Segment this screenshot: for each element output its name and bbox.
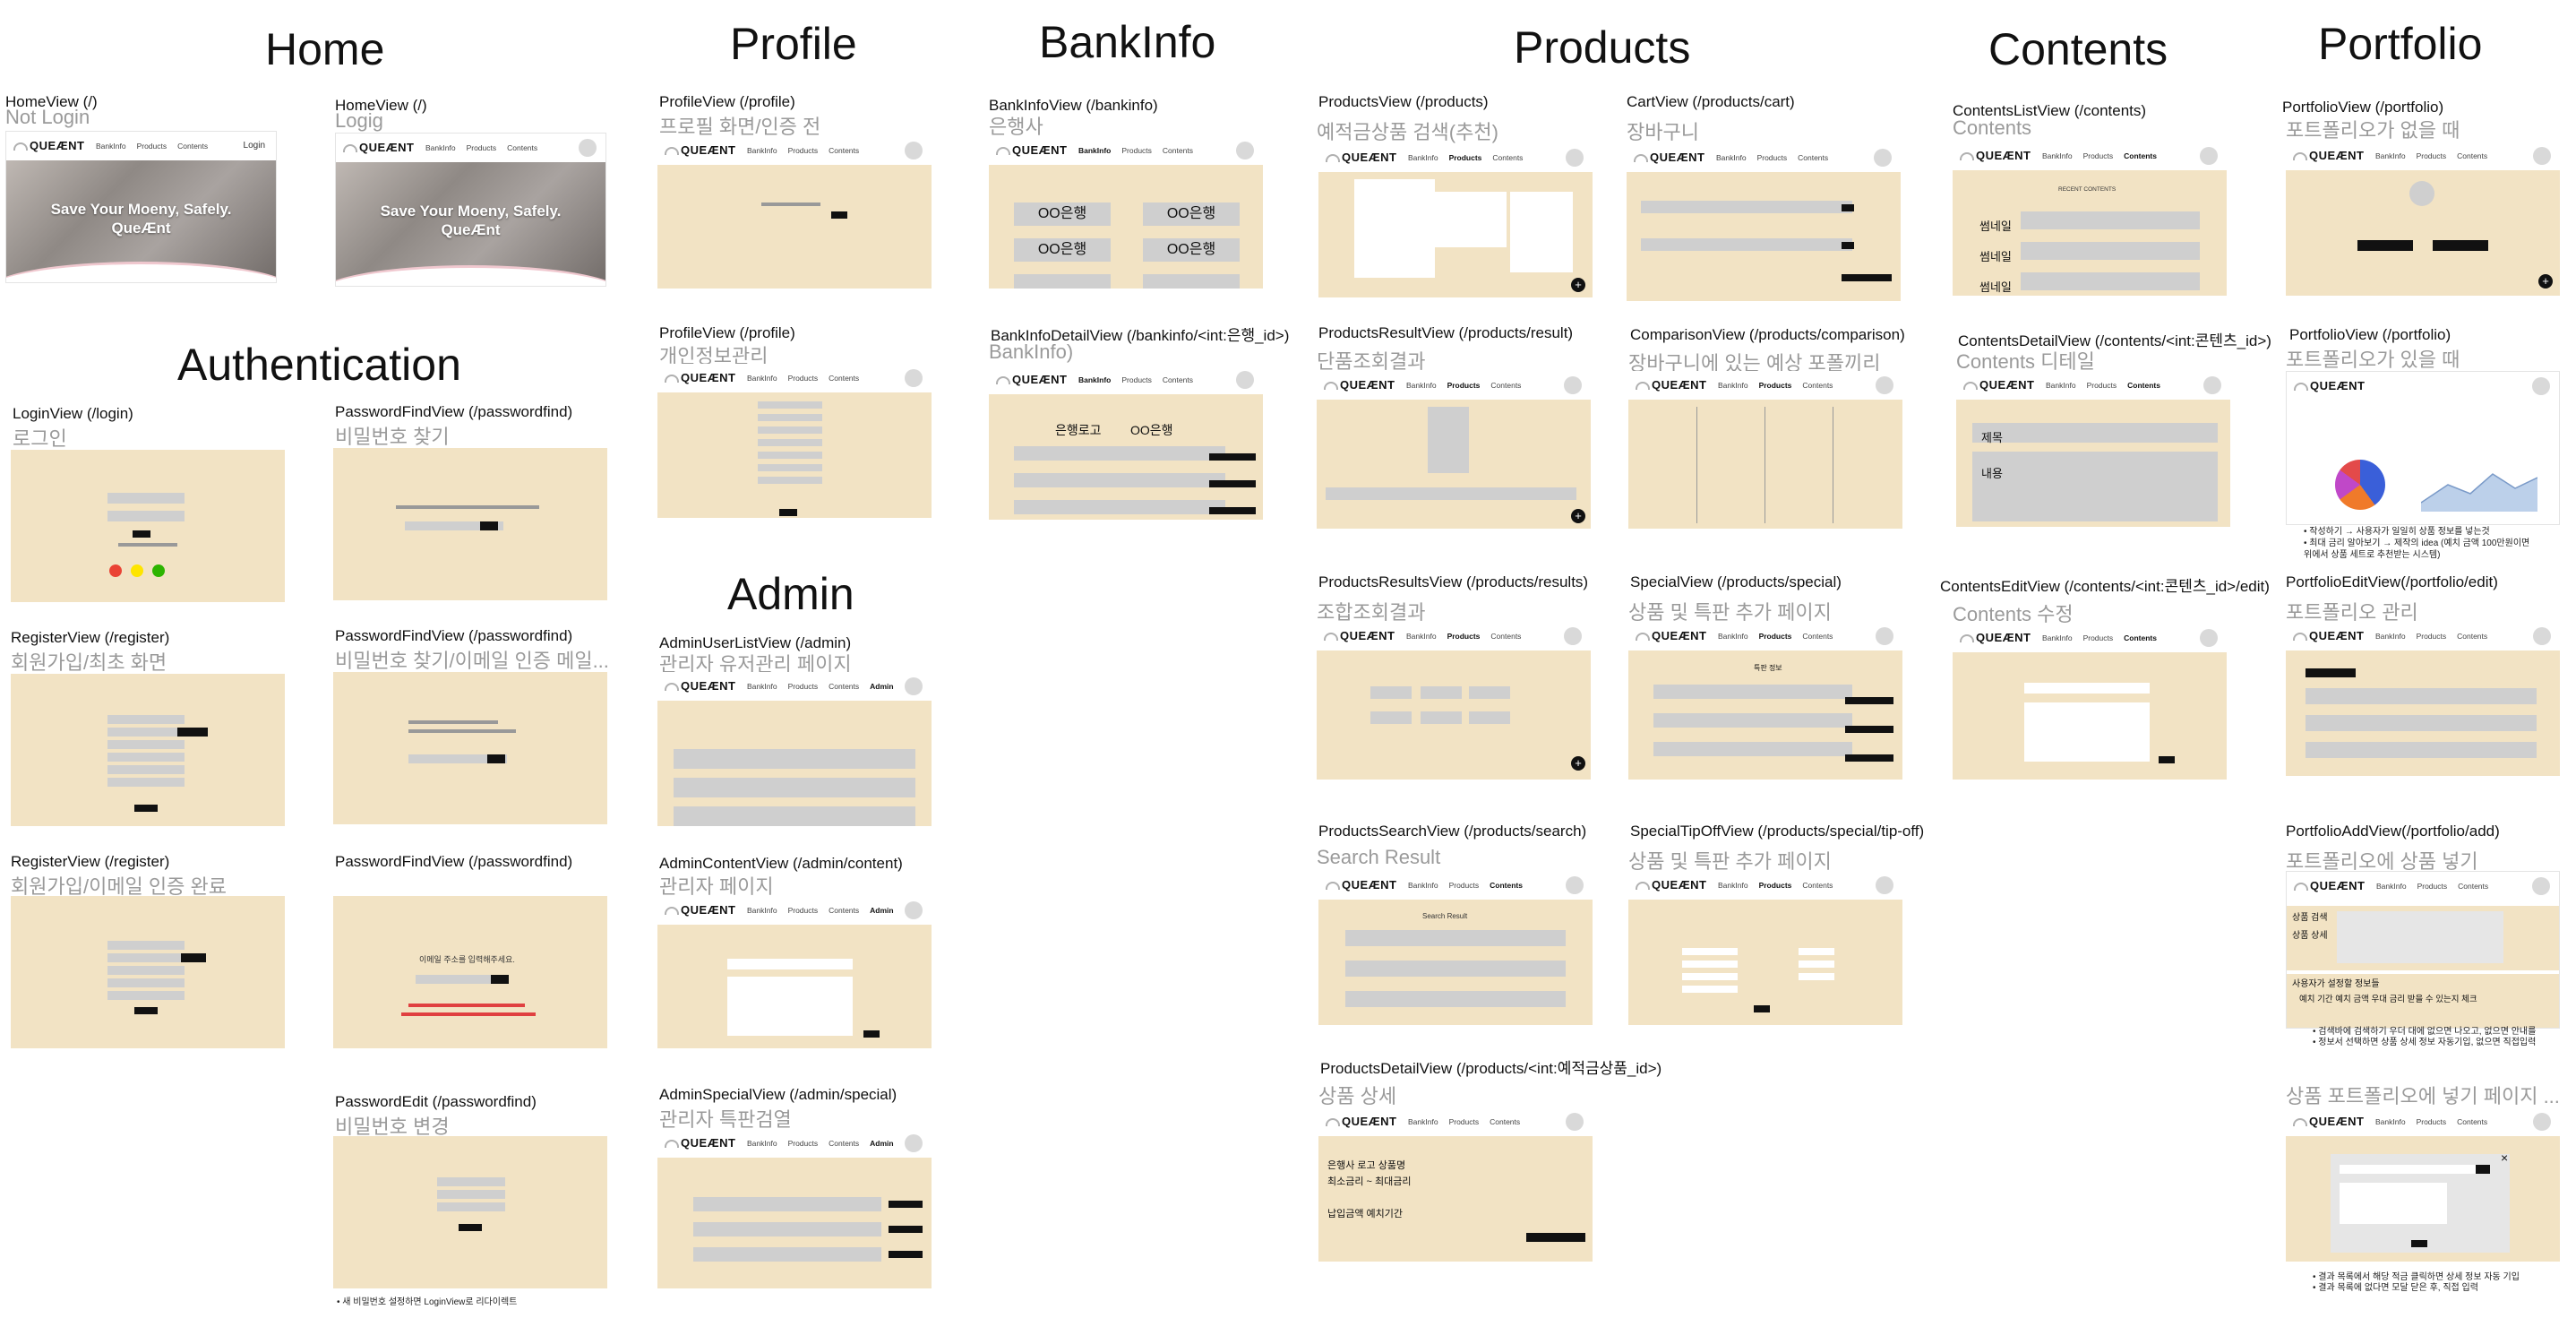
section-title-contents: Contents (1988, 24, 2168, 74)
frame-products[interactable]: QUEÆNT BankInfo Products Contents + (1318, 143, 1593, 297)
screen-sub: Not Login (5, 106, 90, 128)
screen-label: LoginView (/login) (13, 405, 133, 422)
add-icon[interactable]: + (1571, 278, 1585, 292)
bank-card[interactable]: OO은행 (1143, 202, 1240, 226)
screen-sub: 로그인 (13, 427, 67, 450)
bank-card[interactable]: OO은행 (1014, 202, 1111, 226)
frame-home-login[interactable]: QUEÆNT BankInfo Products Contents Save You… (335, 133, 606, 287)
frame-admin-special[interactable]: QUEÆNT BankInfo Products Contents Admin (657, 1129, 932, 1288)
bank-card[interactable]: OO은행 (1143, 238, 1240, 262)
add-icon[interactable]: + (1571, 756, 1585, 771)
nav: BankInfo Products Contents (96, 142, 209, 151)
screen-label: RegisterView (/register) (11, 853, 170, 870)
section-title-bankinfo: BankInfo (1039, 17, 1216, 67)
screen-sub: 장바구니 (1627, 121, 1699, 143)
screen-sub: 포트폴리오가 없을 때 (2286, 119, 2460, 142)
frame-bankinfo[interactable]: QUEÆNT BankInfo Products Contents OO은행 OO은… (989, 136, 1263, 289)
screen-label: ProductsResultView (/products/result) (1318, 324, 1574, 341)
frame-bankinfo-detail[interactable]: QUEÆNT BankInfo Products Contents 은행로고 OO은… (989, 366, 1263, 520)
screen-label: PasswordFindView (/passwordfind) (335, 853, 573, 870)
screen-sub: Contents (1953, 116, 2032, 139)
frame-admin-content[interactable]: QUEÆNT BankInfo Products Contents Admin (657, 896, 932, 1048)
frame-portfolio-has[interactable]: QUEÆNT (2286, 371, 2560, 525)
frame-portfolio-edit[interactable]: QUEÆNT BankInfo Products Contents (2286, 622, 2560, 776)
frame-products-results[interactable]: QUEÆNT BankInfo Products Contents + (1317, 622, 1591, 780)
frame-passwordfind-2[interactable] (333, 672, 607, 824)
frame-home-not-login[interactable]: QUEÆNT BankInfo Products Contents Login Sa… (5, 131, 277, 283)
screen-label: ProductsView (/products) (1318, 93, 1489, 110)
screen-label: ComparisonView (/products/comparison) (1630, 326, 1905, 343)
screen-sub: Logig (335, 109, 383, 132)
screen-label: PasswordEdit (/passwordfind) (335, 1093, 537, 1110)
screen-label: ProfileView (/profile) (659, 324, 795, 341)
screen-label: ProductsDetailView (/products/<int:예적금상품… (1320, 1060, 1662, 1077)
section-title-authentication: Authentication (177, 340, 461, 390)
frame-register-1[interactable] (11, 674, 285, 826)
screen-label: PortfolioView (/portfolio) (2289, 326, 2451, 343)
frame-special[interactable]: QUEÆNT BankInfo Products Contents 특판 정보 (1628, 622, 1902, 780)
screen-label: AdminSpecialView (/admin/special) (659, 1086, 897, 1103)
add-icon[interactable]: + (1571, 509, 1585, 523)
screen-label: ContentsEditView (/contents/<int:콘텐츠_id>… (1940, 578, 2270, 595)
frame-special-tipoff[interactable]: QUEÆNT BankInfo Products Contents (1628, 871, 1902, 1025)
add-icon[interactable]: + (2538, 274, 2553, 289)
hero-image: Save Your Moeny, Safely. QueÆnt (6, 160, 276, 282)
trend-chart (2421, 473, 2537, 512)
frame-register-2[interactable] (11, 896, 285, 1048)
screen-sub: 비밀번호 찾기 (335, 426, 450, 448)
frame-portfolio-add[interactable]: QUEÆNT BankInfo Products Contents 상품 검색 상품… (2286, 871, 2560, 1029)
bank-card[interactable]: OO은행 (1014, 238, 1111, 262)
screen-sub: Search Result (1317, 846, 1441, 868)
screen-label: SpecialView (/products/special) (1630, 573, 1842, 590)
frame-products-search[interactable]: QUEÆNT BankInfo Products Contents Search R… (1318, 871, 1593, 1025)
frame-profile-2[interactable]: QUEÆNT BankInfo Products Contents (657, 364, 932, 518)
frame-products-detail[interactable]: QUEÆNT BankInfo Products Contents 은행사 로고 상… (1318, 1107, 1593, 1262)
section-title-portfolio: Portfolio (2318, 19, 2483, 69)
section-title-profile: Profile (730, 19, 857, 69)
screen-label: PortfolioAddView(/portfolio/add) (2286, 823, 2500, 840)
frame-portfolio-add-modal[interactable]: QUEÆNT BankInfo Products Contents × (2286, 1107, 2560, 1262)
frame-profile-1[interactable]: QUEÆNT BankInfo Products Contents (657, 136, 932, 289)
screen-label: ProductsResultsView (/products/results) (1318, 573, 1589, 590)
close-icon[interactable]: × (2501, 1150, 2508, 1165)
screen-sub: 상품 포트폴리오에 넣기 페이지 ... (2286, 1085, 2560, 1107)
section-title-home: Home (265, 24, 385, 74)
frame-products-result[interactable]: QUEÆNT BankInfo Products Contents + (1317, 371, 1591, 529)
screen-sub: 포트폴리오가 있을 때 (2286, 349, 2460, 371)
login-link[interactable]: Login (244, 141, 265, 151)
frame-contents-edit[interactable]: QUEÆNT BankInfo Products Contents (1953, 624, 2227, 780)
frame-passwordedit[interactable] (333, 1136, 607, 1288)
logo: QUEÆNT (13, 139, 85, 152)
screen-sub: 회원가입/최초 화면 (11, 651, 167, 674)
screen-sub: BankInfo) (989, 340, 1074, 363)
note-pwedit: • 새 비밀번호 설정하면 LoginView로 리다이렉트 (337, 1297, 518, 1307)
frame-comparison[interactable]: QUEÆNT BankInfo Products Contents (1628, 371, 1902, 529)
screen-label: SpecialTipOffView (/products/special/tip… (1630, 823, 1925, 840)
avatar[interactable] (579, 139, 597, 157)
screen-label: ProductsSearchView (/products/search) (1318, 823, 1587, 840)
frame-passwordfind-3[interactable]: 이메일 주소를 입력해주세요. (333, 896, 607, 1048)
screen-label: PortfolioView (/portfolio) (2282, 99, 2444, 116)
screen-label: PasswordFindView (/passwordfind) (335, 627, 573, 644)
frame-contents-list[interactable]: QUEÆNT BankInfo Products Contents RECENT C… (1953, 142, 2227, 296)
screen-label: ProfileView (/profile) (659, 93, 795, 110)
section-title-products: Products (1514, 22, 1691, 73)
screen-sub: 비밀번호 찾기/이메일 인증 메일... (335, 650, 609, 672)
frame-passwordfind-1[interactable] (333, 448, 607, 600)
frame-admin-user[interactable]: QUEÆNT BankInfo Products Contents Admin (657, 672, 932, 826)
frame-contents-detail[interactable]: QUEÆNT BankInfo Products Contents 제목 내용 (1956, 371, 2230, 527)
screen-label: AdminContentView (/admin/content) (659, 855, 903, 872)
frame-login[interactable] (11, 450, 285, 602)
frame-portfolio-empty[interactable]: QUEÆNT BankInfo Products Contents + (2286, 142, 2560, 296)
screen-label: PasswordFindView (/passwordfind) (335, 403, 573, 420)
screen-label: PortfolioEditView(/portfolio/edit) (2286, 573, 2498, 590)
section-title-admin: Admin (727, 569, 854, 619)
screen-sub: 예적금상품 검색(추천) (1317, 121, 1498, 143)
screen-label: CartView (/products/cart) (1627, 93, 1795, 110)
screen-sub: 상품 상세 (1318, 1085, 1397, 1107)
screen-label: RegisterView (/register) (11, 629, 170, 646)
frame-cart[interactable]: QUEÆNT BankInfo Products Contents (1627, 143, 1901, 301)
